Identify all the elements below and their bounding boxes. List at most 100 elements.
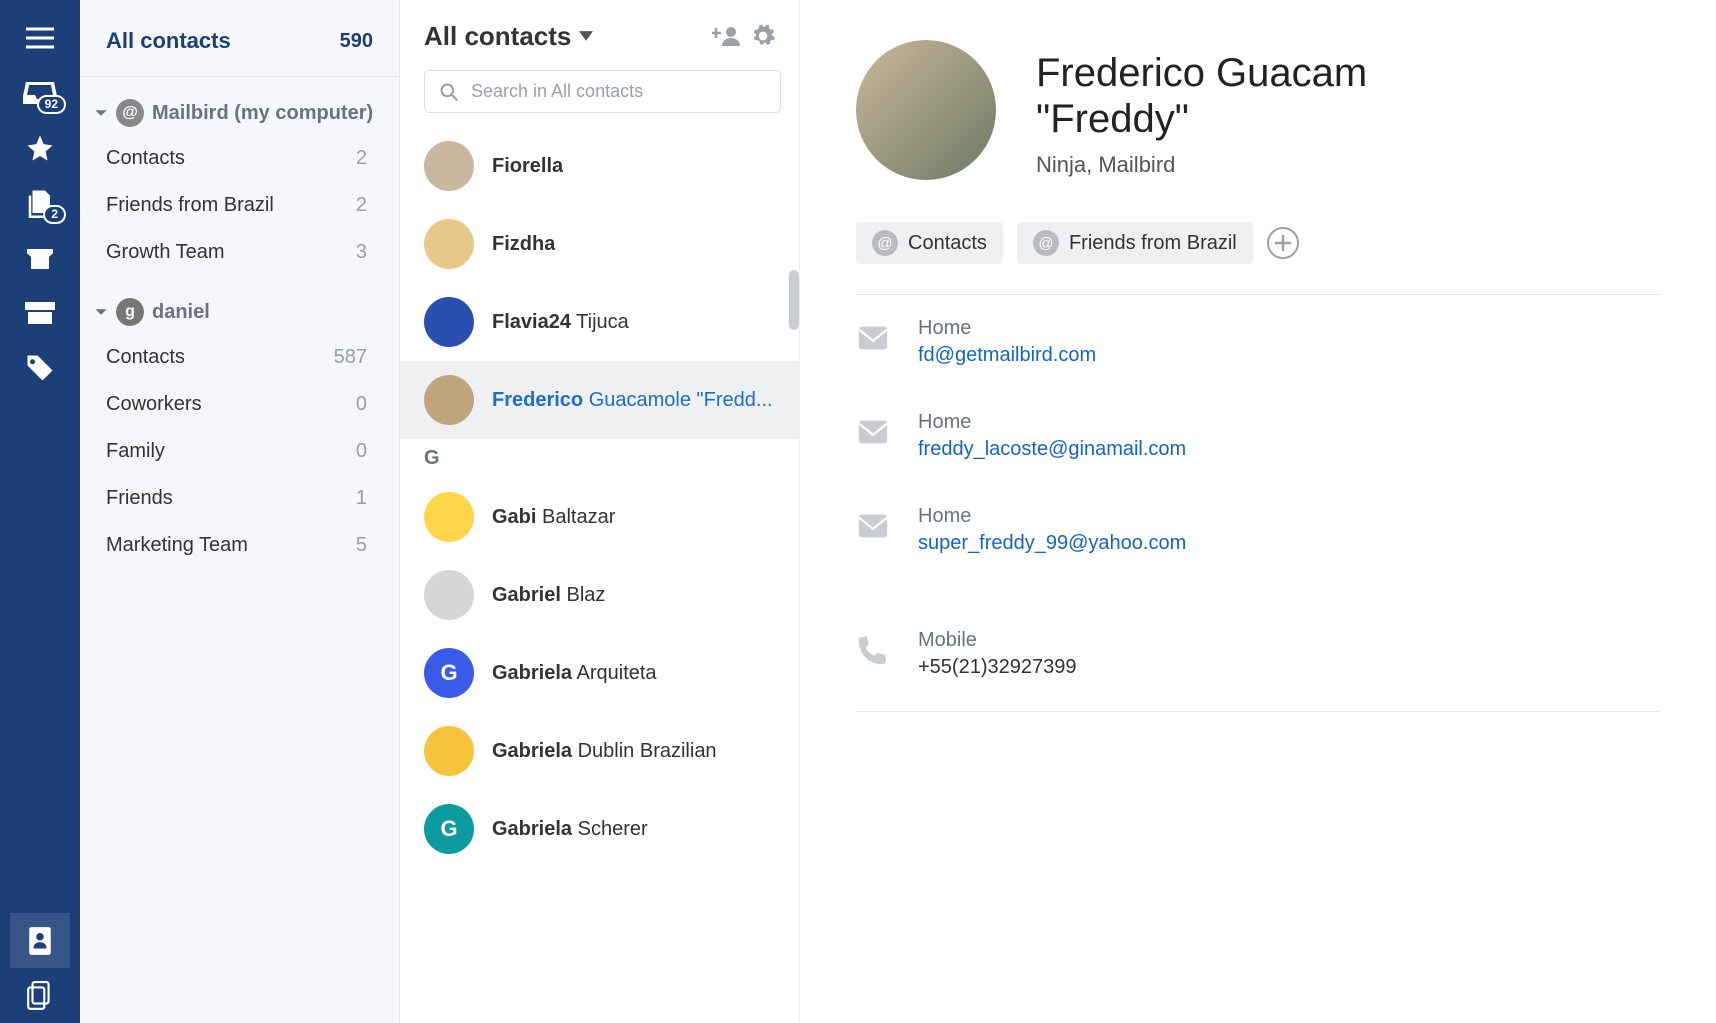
sidebar-item-label: Marketing Team (106, 534, 248, 557)
sidebar-title-count: 590 (340, 30, 373, 53)
contact-name: Gabriela Arquiteta (492, 662, 657, 685)
contact-row[interactable]: Flavia24 Tijuca (400, 283, 799, 361)
tag-friends-brazil[interactable]: @ Friends from Brazil (1017, 222, 1253, 264)
field-value: super_freddy_99@yahoo.com (918, 532, 1186, 555)
chevron-down-icon (94, 305, 108, 319)
contacts-app-button[interactable] (10, 913, 70, 968)
sidebar-item-label: Friends (106, 487, 173, 510)
search-field[interactable] (424, 70, 781, 113)
starred-button[interactable] (10, 120, 70, 175)
email-row-1[interactable]: Home freddy_lacoste@ginamail.com (856, 389, 1716, 483)
email-row-2[interactable]: Home super_freddy_99@yahoo.com (856, 483, 1716, 577)
tray-icon (25, 245, 55, 271)
mailbird-account-icon: @ (116, 99, 144, 127)
inbox-button[interactable]: 92 (10, 65, 70, 120)
contacts-header-label: All contacts (424, 21, 571, 52)
trash-button[interactable] (10, 230, 70, 285)
contact-row[interactable]: Gabriel Blaz (400, 556, 799, 634)
sidebar-item-contacts-google[interactable]: Contacts 587 (80, 334, 399, 381)
contact-row[interactable]: GGabriela Arquiteta (400, 634, 799, 712)
settings-button[interactable] (745, 18, 781, 54)
sidebar-title-row[interactable]: All contacts 590 (80, 14, 399, 77)
address-book-icon (27, 926, 53, 956)
contact-avatar (424, 492, 474, 542)
field-value: fd@getmailbird.com (918, 344, 1096, 367)
account-header-daniel[interactable]: g daniel (80, 276, 399, 334)
sidebar-item-label: Contacts (106, 147, 185, 170)
sidebar-item-count: 1 (356, 487, 367, 510)
contact-name: Fizdha (492, 233, 555, 256)
contacts-list[interactable]: Fiorella Fizdha Flavia24 Tijuca Frederico G… (400, 127, 799, 1023)
drafts-button[interactable]: 2 (10, 175, 70, 230)
copy-button[interactable] (10, 968, 70, 1023)
chevron-down-icon (579, 31, 593, 41)
mailbird-icon: @ (872, 230, 898, 256)
contact-row[interactable]: Fiorella (400, 127, 799, 205)
sidebar-item-count: 2 (356, 194, 367, 217)
contact-name: Fiorella (492, 155, 563, 178)
copy-icon (27, 981, 53, 1011)
section-letter: G (400, 439, 799, 478)
sidebar-item-family[interactable]: Family 0 (80, 428, 399, 475)
contact-name: Frederico Guacamole "Fredd... (492, 389, 773, 412)
archive-button[interactable] (10, 285, 70, 340)
detail-header: Frederico Guacam "Freddy" Ninja, Mailbir… (856, 40, 1716, 180)
contacts-header-dropdown[interactable]: All contacts (424, 21, 593, 52)
hamburger-icon (26, 27, 54, 49)
sidebar-item-friends-brazil-local[interactable]: Friends from Brazil 2 (80, 182, 399, 229)
sidebar-item-label: Coworkers (106, 393, 202, 416)
detail-subtitle: Ninja, Mailbird (1036, 152, 1367, 178)
folder-sidebar: All contacts 590 @ Mailbird (my computer… (80, 0, 400, 1023)
field-value: +55(21)32927399 (918, 656, 1076, 679)
field-label: Home (918, 317, 1096, 340)
contact-row[interactable]: Frederico Guacamole "Fredd... (400, 361, 799, 439)
phone-icon (856, 633, 890, 667)
detail-name-line2: "Freddy" (1036, 96, 1367, 142)
search-input[interactable] (471, 81, 766, 102)
email-row-0[interactable]: Home fd@getmailbird.com (856, 295, 1716, 389)
detail-tags-row: @ Contacts @ Friends from Brazil (856, 222, 1716, 264)
contact-avatar (424, 570, 474, 620)
contact-name: Gabi Baltazar (492, 506, 615, 529)
scrollbar-thumb[interactable] (789, 270, 799, 330)
sidebar-item-count: 2 (356, 147, 367, 170)
phone-row[interactable]: Mobile +55(21)32927399 (856, 607, 1716, 701)
contact-avatar (424, 375, 474, 425)
archive-icon (25, 302, 55, 324)
tag-contacts[interactable]: @ Contacts (856, 222, 1003, 264)
tags-icon (25, 353, 55, 383)
tags-button[interactable] (10, 340, 70, 395)
sidebar-item-growth-team[interactable]: Growth Team 3 (80, 229, 399, 276)
inbox-badge: 92 (37, 95, 66, 114)
star-icon (25, 133, 55, 163)
email-icon (856, 321, 890, 355)
account-header-mailbird[interactable]: @ Mailbird (my computer) (80, 77, 399, 135)
contacts-header: All contacts (400, 0, 799, 64)
sidebar-item-marketing-team[interactable]: Marketing Team 5 (80, 522, 399, 569)
search-wrapper (424, 70, 781, 113)
sidebar-item-coworkers[interactable]: Coworkers 0 (80, 381, 399, 428)
contact-row[interactable]: Fizdha (400, 205, 799, 283)
contact-row[interactable]: Gabi Baltazar (400, 478, 799, 556)
tag-label: Contacts (908, 232, 987, 255)
sidebar-item-count: 587 (334, 346, 367, 369)
add-contact-button[interactable] (709, 18, 745, 54)
sidebar-item-count: 0 (356, 393, 367, 416)
detail-name-line1: Frederico Guacam (1036, 50, 1367, 96)
icon-rail: 92 2 (0, 0, 80, 1023)
search-icon (439, 82, 459, 102)
contact-row[interactable]: Gabriela Dublin Brazilian (400, 712, 799, 790)
divider (856, 711, 1660, 712)
sidebar-item-label: Friends from Brazil (106, 194, 274, 217)
hamburger-menu-button[interactable] (10, 10, 70, 65)
sidebar-item-count: 3 (356, 241, 367, 264)
contact-avatar: G (424, 804, 474, 854)
sidebar-title: All contacts (106, 28, 231, 54)
email-icon (856, 415, 890, 449)
contact-row[interactable]: GGabriela Scherer (400, 790, 799, 868)
sidebar-item-friends-google[interactable]: Friends 1 (80, 475, 399, 522)
add-tag-button[interactable] (1267, 227, 1299, 259)
sidebar-item-contacts-local[interactable]: Contacts 2 (80, 135, 399, 182)
sidebar-item-label: Growth Team (106, 241, 225, 264)
contact-avatar (424, 297, 474, 347)
